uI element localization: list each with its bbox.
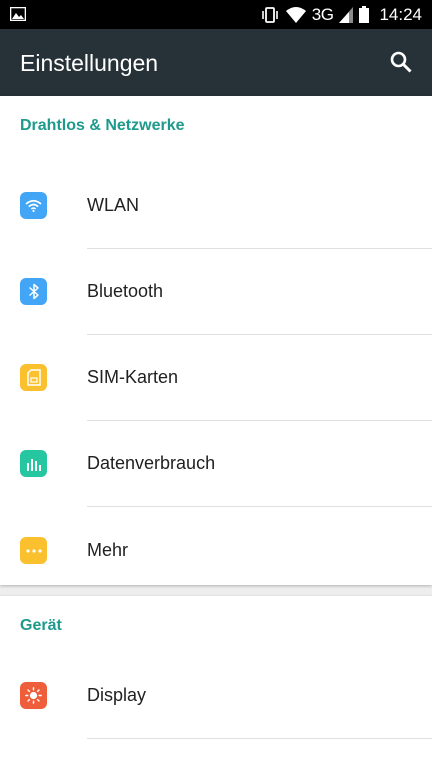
- settings-item-label: WLAN: [87, 195, 140, 215]
- section-device: Gerät Display: [0, 596, 432, 768]
- divider: [87, 738, 432, 739]
- battery-icon: [359, 6, 370, 23]
- vibrate-icon: [261, 6, 278, 23]
- search-button[interactable]: [384, 45, 418, 79]
- settings-item-label: Datenverbrauch: [87, 453, 216, 473]
- page-title: Einstellungen: [20, 50, 159, 76]
- search-icon: [390, 51, 412, 73]
- sim-card-icon: [20, 364, 47, 391]
- settings-item-sim-cards[interactable]: SIM-Karten: [0, 335, 432, 421]
- image-notification-icon: [10, 7, 26, 21]
- more-icon: [20, 537, 47, 564]
- wifi-icon: [285, 6, 306, 23]
- section-title-device: Gerät: [20, 617, 62, 634]
- settings-item-label: Mehr: [87, 540, 129, 560]
- settings-item-display[interactable]: Display: [0, 653, 432, 739]
- settings-item-label: Display: [87, 685, 147, 705]
- app-bar: Einstellungen: [0, 29, 432, 96]
- settings-item-data-usage[interactable]: Datenverbrauch: [0, 421, 432, 507]
- display-icon: [20, 682, 47, 709]
- signal-icon: [339, 6, 354, 23]
- divider: [87, 506, 432, 507]
- section-wireless-networks: Drahtlos & Netzwerke WLAN Bluetooth SIM-…: [0, 96, 432, 585]
- network-type: 3G: [311, 4, 334, 24]
- bluetooth-icon: [20, 278, 47, 305]
- settings-item-label: SIM-Karten: [87, 367, 179, 387]
- data-usage-icon: [20, 450, 47, 477]
- settings-item-more[interactable]: Mehr: [0, 508, 432, 594]
- wifi-icon: [20, 192, 47, 219]
- section-title-wireless: Drahtlos & Netzwerke: [20, 117, 185, 134]
- clock: 14:24: [379, 4, 422, 24]
- settings-item-label: Bluetooth: [87, 281, 164, 301]
- status-bar: 3G 14:24: [0, 0, 432, 29]
- settings-item-bluetooth[interactable]: Bluetooth: [0, 249, 432, 335]
- settings-item-wlan[interactable]: WLAN: [0, 163, 432, 249]
